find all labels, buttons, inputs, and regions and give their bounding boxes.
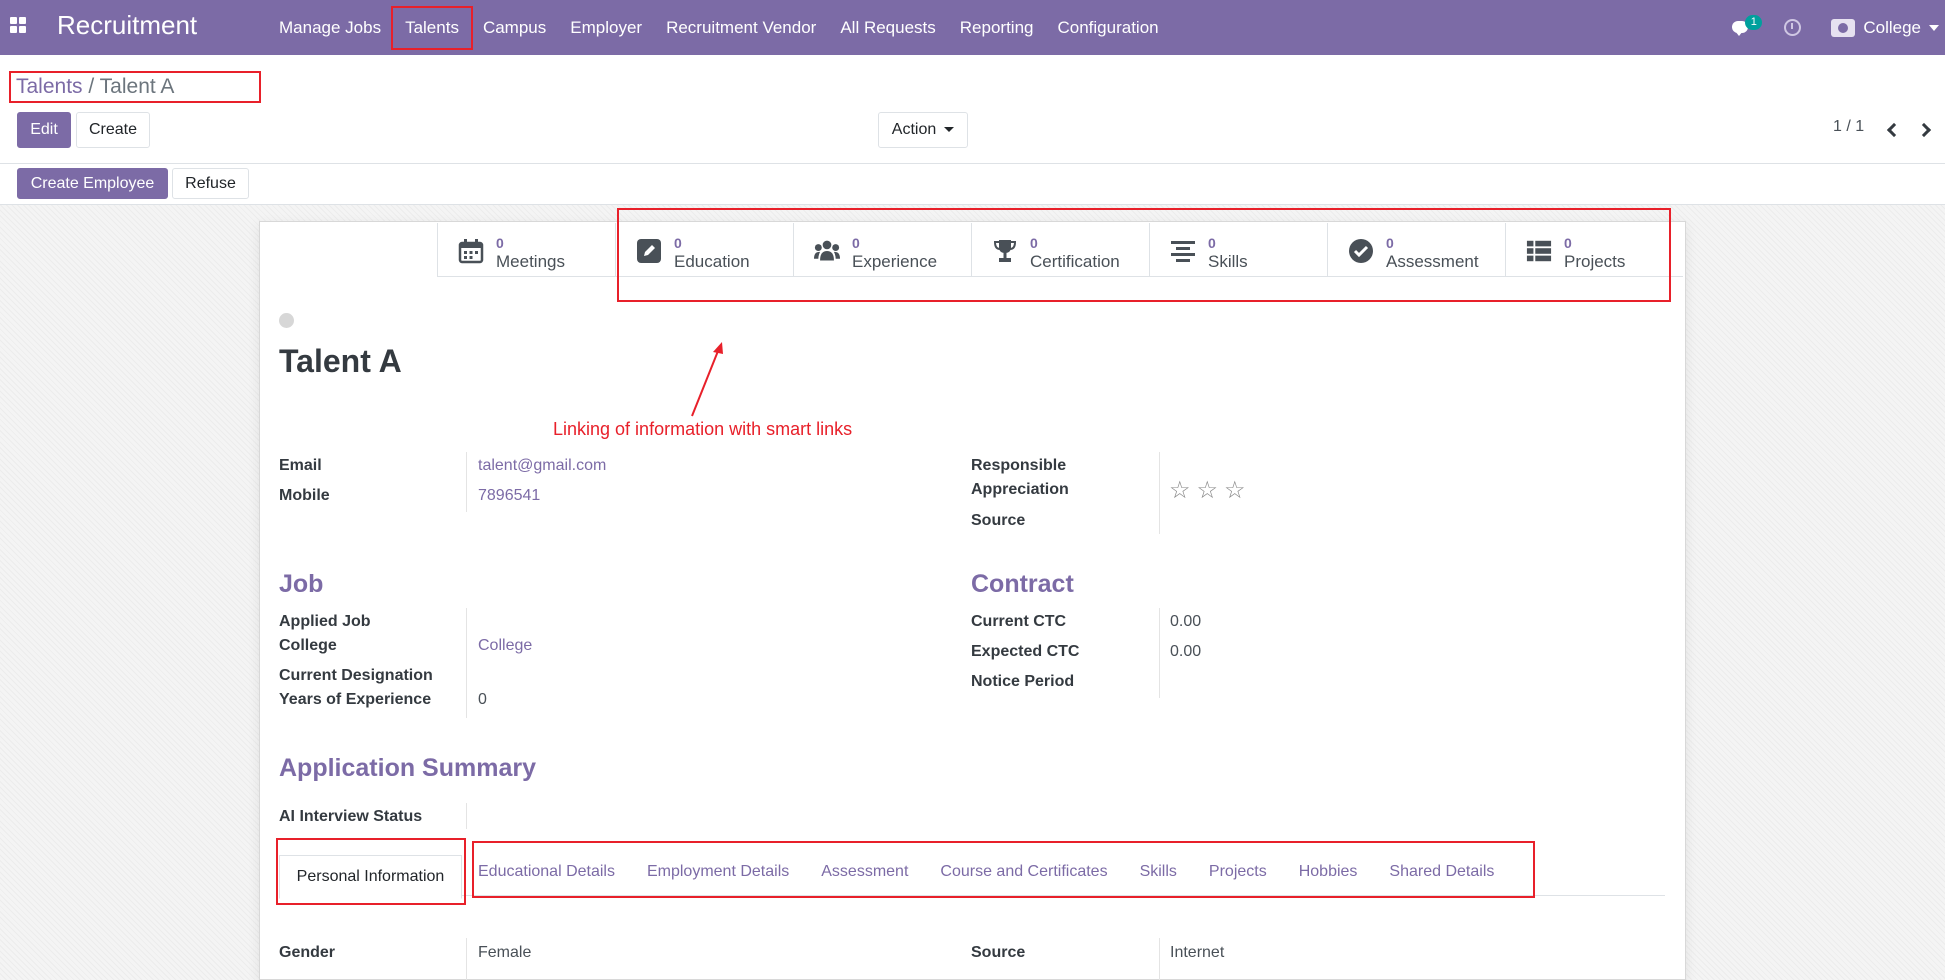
menu-all-requests[interactable]: All Requests [828,8,947,48]
menu-campus[interactable]: Campus [471,8,558,48]
current-designation-label: Current Designation [279,667,433,684]
applied-job-label: Applied Job [279,613,371,630]
smart-button-meetings[interactable]: 0 Meetings [437,223,615,277]
responsible-label: Responsible [971,457,1067,474]
menu-manage-jobs[interactable]: Manage Jobs [267,8,393,48]
years-experience-label: Years of Experience [279,691,432,708]
mobile-value[interactable]: 7896541 [478,487,540,505]
control-panel-divider [0,163,1945,164]
breadcrumb-current: Talent A [99,75,175,98]
meetings-label: Meetings [496,252,565,271]
chat-icon[interactable]: 1 [1732,14,1763,38]
notice-period-label: Notice Period [971,673,1075,690]
star-icon[interactable]: ☆ [1169,476,1191,505]
chevron-left-icon[interactable] [1886,122,1902,138]
field-separator [466,938,467,980]
tabs-highlight-box [472,841,1535,898]
activity-clock-icon[interactable] [1784,19,1802,36]
pager-value[interactable]: 1 / 1 [1833,118,1864,136]
main-menu: Manage Jobs Talents Campus Employer Recr… [267,0,1171,55]
record-title: Talent A [279,343,402,379]
navbar-systray: 1 College [1732,0,1945,55]
gender-label: Gender [279,944,336,961]
appreciation-label: Appreciation [971,481,1069,498]
email-label: Email [279,457,322,474]
personal-source-value: Internet [1170,944,1225,961]
source-label: Source [971,512,1026,529]
gender-value: Female [478,944,532,961]
breadcrumb-talents-link[interactable]: Talents [16,75,83,98]
star-icon[interactable]: ☆ [1197,476,1219,505]
email-value[interactable]: talent@gmail.com [478,457,606,475]
kanban-state-dot[interactable] [279,313,294,328]
chevron-down-icon [1929,24,1939,31]
field-separator [1159,938,1160,980]
field-separator [466,608,467,718]
action-dropdown[interactable]: Action [878,112,968,148]
action-label: Action [891,121,937,138]
breadcrumb: Talents / Talent A [9,71,261,103]
application-summary-title: Application Summary [279,754,536,782]
meetings-count: 0 [496,235,504,251]
years-experience-value: 0 [478,691,487,708]
top-navbar: Recruitment Manage Jobs Talents Campus E… [0,0,1945,55]
app-title[interactable]: Recruitment [57,10,197,41]
college-value[interactable]: College [478,637,532,655]
menu-reporting[interactable]: Reporting [948,8,1046,48]
field-separator [466,452,467,512]
company-logo-icon [1831,18,1856,37]
star-icon[interactable]: ☆ [1224,476,1246,505]
company-switcher[interactable]: College [1831,18,1939,38]
appreciation-stars[interactable]: ☆ ☆ ☆ [1169,476,1246,505]
refuse-button[interactable]: Refuse [172,168,249,199]
create-button[interactable]: Create [76,112,150,148]
expected-ctc-value: 0.00 [1170,643,1202,660]
menu-recruitment-vendor[interactable]: Recruitment Vendor [654,8,828,48]
annotation-arrow [691,342,723,417]
apps-menu-icon[interactable] [10,17,26,33]
contract-section-title: Contract [971,570,1074,598]
create-employee-button[interactable]: Create Employee [17,168,168,199]
annotation-text: Linking of information with smart links [553,419,853,439]
smart-buttons-highlight-box [617,208,1671,302]
breadcrumb-separator: / [82,75,100,98]
field-separator [1159,608,1160,698]
job-section-title: Job [279,570,324,598]
chevron-right-icon[interactable] [1916,122,1932,138]
current-ctc-value: 0.00 [1170,613,1202,630]
field-separator [466,803,467,829]
current-ctc-label: Current CTC [971,613,1067,630]
active-tab-highlight-box [276,838,466,905]
menu-talents[interactable]: Talents [391,5,473,50]
edit-button[interactable]: Edit [17,112,71,148]
caret-down-icon [944,127,955,133]
company-name: College [1863,17,1921,37]
menu-employer[interactable]: Employer [558,8,654,48]
chat-count-badge: 1 [1745,14,1763,30]
mobile-label: Mobile [279,487,330,504]
expected-ctc-label: Expected CTC [971,643,1080,660]
menu-configuration[interactable]: Configuration [1045,8,1170,48]
college-label: College [279,637,337,654]
ai-interview-status-label: AI Interview Status [279,808,423,825]
personal-source-label: Source [971,944,1026,961]
calendar-icon [458,238,484,264]
field-separator [1159,452,1160,534]
